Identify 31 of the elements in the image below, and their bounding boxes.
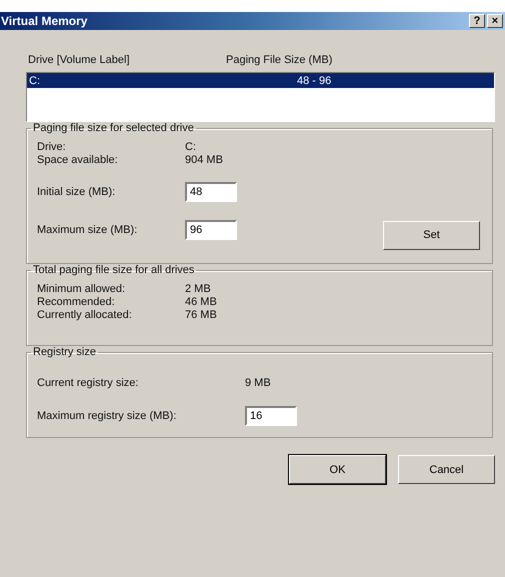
size-input[interactable]: 96 (185, 220, 237, 240)
cancel-button[interactable]: Cancel (398, 455, 495, 484)
info-value: 904 MB (185, 154, 223, 166)
info-value: 46 MB (185, 296, 217, 308)
field-label: Maximum size (MB): (37, 224, 138, 236)
field-label: Initial size (MB): (37, 186, 116, 198)
info-label: Minimum allowed: (37, 282, 126, 294)
info-label: Drive: (37, 140, 67, 152)
group-title: Total paging file size for all drives (32, 264, 196, 276)
field-label: Maximum registry size (MB): (37, 410, 178, 422)
info-label: Recommended: (37, 296, 116, 308)
info-label: Space available: (37, 154, 119, 166)
info-value: 76 MB (185, 308, 217, 320)
info-value: 2 MB (185, 282, 211, 294)
window-title: Virtual Memory (0, 14, 88, 28)
drive-row[interactable]: C: 48 - 96 (27, 73, 494, 88)
ok-button[interactable]: OK (289, 455, 386, 484)
help-button[interactable]: ? (469, 14, 485, 28)
close-button[interactable]: × (487, 14, 503, 28)
group-title: Registry size (32, 346, 97, 358)
registry-size-input[interactable]: 16 (245, 406, 297, 426)
size-input[interactable]: 48 (185, 182, 237, 202)
info-label: Current registry size: (37, 377, 140, 389)
drive-list[interactable]: C: 48 - 96 (26, 72, 495, 122)
group-title: Paging file size for selected drive (32, 122, 195, 134)
info-value: C: (185, 140, 196, 152)
column-header: Drive [Volume Label] (28, 54, 130, 68)
info-label: Currently allocated: (37, 308, 133, 320)
set-button[interactable]: Set (383, 220, 480, 250)
column-header: Paging File Size (MB) (226, 54, 332, 68)
info-value: 9 MB (245, 377, 271, 389)
